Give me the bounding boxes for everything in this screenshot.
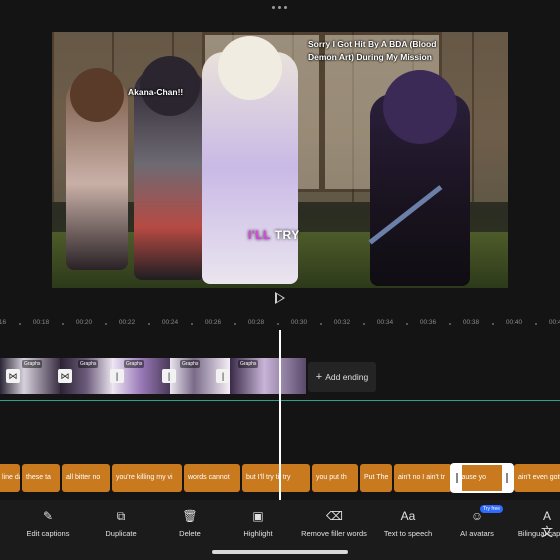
play-icon[interactable] bbox=[275, 292, 285, 304]
clip-label: Graphs bbox=[78, 360, 99, 368]
video-preview[interactable]: Akana-Chan!! Sorry I Got Hit By A BDA (B… bbox=[52, 32, 508, 288]
home-indicator[interactable] bbox=[212, 550, 348, 554]
character-1 bbox=[66, 68, 128, 270]
transition-icon[interactable]: | bbox=[162, 369, 176, 383]
clip-label: Graphs bbox=[238, 360, 259, 368]
preview-caption-mid: I'LL TRY bbox=[248, 228, 300, 242]
plus-icon: + bbox=[315, 371, 323, 383]
duplicate-icon: ⧉ bbox=[116, 509, 126, 523]
text-to-speech-icon: Aa bbox=[400, 509, 416, 523]
delete-button[interactable]: 🗑 Delete bbox=[154, 508, 226, 538]
ruler-tick-label: 00:32 bbox=[333, 319, 351, 326]
more-options-handle[interactable] bbox=[272, 6, 287, 9]
caption-clip[interactable]: all bitter no bbox=[62, 464, 110, 492]
ruler-tick-label: 00:40 bbox=[505, 319, 523, 326]
try-free-badge: Try free bbox=[480, 505, 504, 513]
caption-clip[interactable]: but I'll try til try bbox=[242, 464, 310, 492]
trash-icon: 🗑 bbox=[182, 509, 198, 523]
ruler-tick-label: 00:24 bbox=[161, 319, 179, 326]
transition-icon[interactable]: | bbox=[110, 369, 124, 383]
ruler-tick-label: 00:26 bbox=[204, 319, 222, 326]
bilingual-captions-button[interactable]: A文Bilingual captions bbox=[511, 508, 560, 539]
highlight-icon: ▣ bbox=[252, 509, 264, 523]
highlight-button[interactable]: ▣ Highlight bbox=[222, 508, 294, 538]
playhead[interactable] bbox=[279, 330, 281, 500]
caption-clip[interactable]: ain't no I ain't tr bbox=[394, 464, 452, 492]
transition-icon[interactable]: | bbox=[216, 369, 230, 383]
ruler-tick-label: 00:28 bbox=[247, 319, 265, 326]
ruler-tick-label: 00:36 bbox=[419, 319, 437, 326]
transition-icon[interactable]: ⋈ bbox=[6, 369, 20, 383]
edit-captions-button[interactable]: ✎ Edit captions bbox=[12, 508, 84, 538]
caption-selection-handles[interactable] bbox=[450, 463, 514, 493]
preview-caption-left: Akana-Chan!! bbox=[128, 87, 184, 97]
ruler-tick-label: 00:20 bbox=[75, 319, 93, 326]
ruler-tick-label: 00:38 bbox=[462, 319, 480, 326]
trim-handle-left[interactable] bbox=[452, 465, 462, 491]
character-3 bbox=[202, 36, 298, 284]
text-to-speech-button[interactable]: Aa Text to speech bbox=[372, 508, 444, 538]
clip-label: Graphs bbox=[180, 360, 201, 368]
caption-clip[interactable]: these ta bbox=[22, 464, 60, 492]
preview-caption-right: Sorry I Got Hit By A BDA (Blood Demon Ar… bbox=[308, 39, 437, 62]
remove-filler-words-button[interactable]: ⌫ Remove filler words bbox=[298, 508, 370, 538]
character-2 bbox=[134, 56, 206, 280]
video-track[interactable]: Graphs Graphs Graphs Graphs Graphs ⋈ ⋈ |… bbox=[0, 358, 306, 394]
ruler-tick-label: 00:30 bbox=[290, 319, 308, 326]
ruler-tick-label: 00:42 bbox=[548, 319, 560, 326]
trim-handle-right[interactable] bbox=[502, 465, 512, 491]
edit-captions-icon: ✎ bbox=[42, 509, 54, 523]
add-ending-button[interactable]: + Add ending bbox=[308, 362, 376, 392]
bilingual-icon: A文 bbox=[540, 509, 553, 539]
caption-clip[interactable]: line da bbox=[0, 464, 20, 492]
ai-avatars-button[interactable]: ☺ AI avatars Try free bbox=[441, 505, 513, 538]
caption-clip[interactable]: words cannot bbox=[184, 464, 240, 492]
remove-filler-icon: ⌫ bbox=[326, 509, 343, 523]
caption-clip[interactable]: Put The bbox=[360, 464, 392, 492]
caption-clip[interactable]: you put th bbox=[312, 464, 358, 492]
clip-label: Graphs bbox=[22, 360, 43, 368]
ruler-tick-label: 00:34 bbox=[376, 319, 394, 326]
transition-icon[interactable]: ⋈ bbox=[58, 369, 72, 383]
ruler-tick-label: 00:22 bbox=[118, 319, 136, 326]
caption-clip[interactable]: you're killing my vi bbox=[112, 464, 182, 492]
ruler-tick-label: 00:16 bbox=[0, 319, 7, 326]
time-ruler[interactable]: 00:16 00:18 00:20 00:22 00:24 00:26 00:28 00:30… bbox=[0, 316, 560, 330]
character-4 bbox=[370, 70, 470, 286]
clip-label: Graphs bbox=[124, 360, 145, 368]
duplicate-button[interactable]: ⧉ Duplicate bbox=[85, 508, 157, 538]
caption-clip[interactable]: ain't even gott bbox=[514, 464, 560, 492]
ruler-tick-label: 00:18 bbox=[32, 319, 50, 326]
